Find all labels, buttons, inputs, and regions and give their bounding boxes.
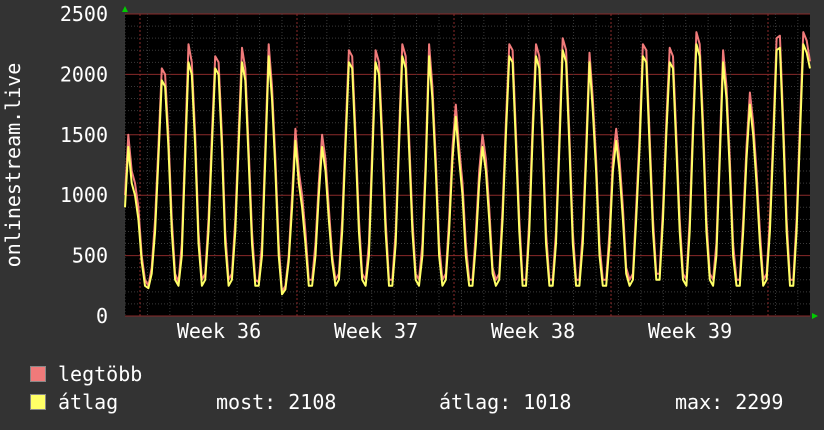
- stat-max-label: max:: [675, 390, 724, 414]
- legend-max-label: legtöbb: [58, 362, 143, 386]
- x-tick-label: Week 36: [177, 319, 261, 343]
- x-tick-label: Week 38: [491, 319, 575, 343]
- stat-avg-value: 1018: [523, 390, 572, 414]
- legend-avg-swatch: [30, 394, 46, 410]
- x-tick-label: Week 37: [334, 319, 418, 343]
- chart: 05001000150020002500 Week 36 Week 37 Week …: [1, 2, 818, 343]
- stat-now-label: most:: [216, 390, 277, 414]
- stat-max-value: 2299: [735, 390, 784, 414]
- stat-now-value: 2108: [288, 390, 337, 414]
- legend-avg-label: átlag: [58, 390, 119, 414]
- legend-avg: átlag: [30, 390, 118, 414]
- x-tick-label: Week 39: [648, 319, 732, 343]
- stat-now: most: 2108: [216, 390, 336, 414]
- legend-max: legtöbb: [30, 362, 142, 386]
- y-tick-label: 0: [96, 304, 108, 328]
- y-tick-label: 2000: [60, 62, 108, 86]
- stat-max: max: 2299: [675, 390, 783, 414]
- y-axis-arrow: [122, 6, 128, 12]
- y-ticks: 0 500 1000 1500 2000 2500: [60, 2, 108, 328]
- y-tick-label: 500: [72, 244, 108, 268]
- stat-avg-label: átlag:: [439, 390, 512, 414]
- stat-avg: átlag: 1018: [439, 390, 571, 414]
- legend-max-swatch: [30, 366, 46, 382]
- x-ticks: Week 36 Week 37 Week 38 Week 39: [177, 319, 732, 343]
- y-tick-label: 2500: [60, 2, 108, 26]
- y-axis-label: onlinestream.live: [1, 63, 25, 268]
- x-axis-arrow: [812, 313, 818, 319]
- y-tick-label: 1500: [60, 123, 108, 147]
- y-tick-label: 1000: [60, 183, 108, 207]
